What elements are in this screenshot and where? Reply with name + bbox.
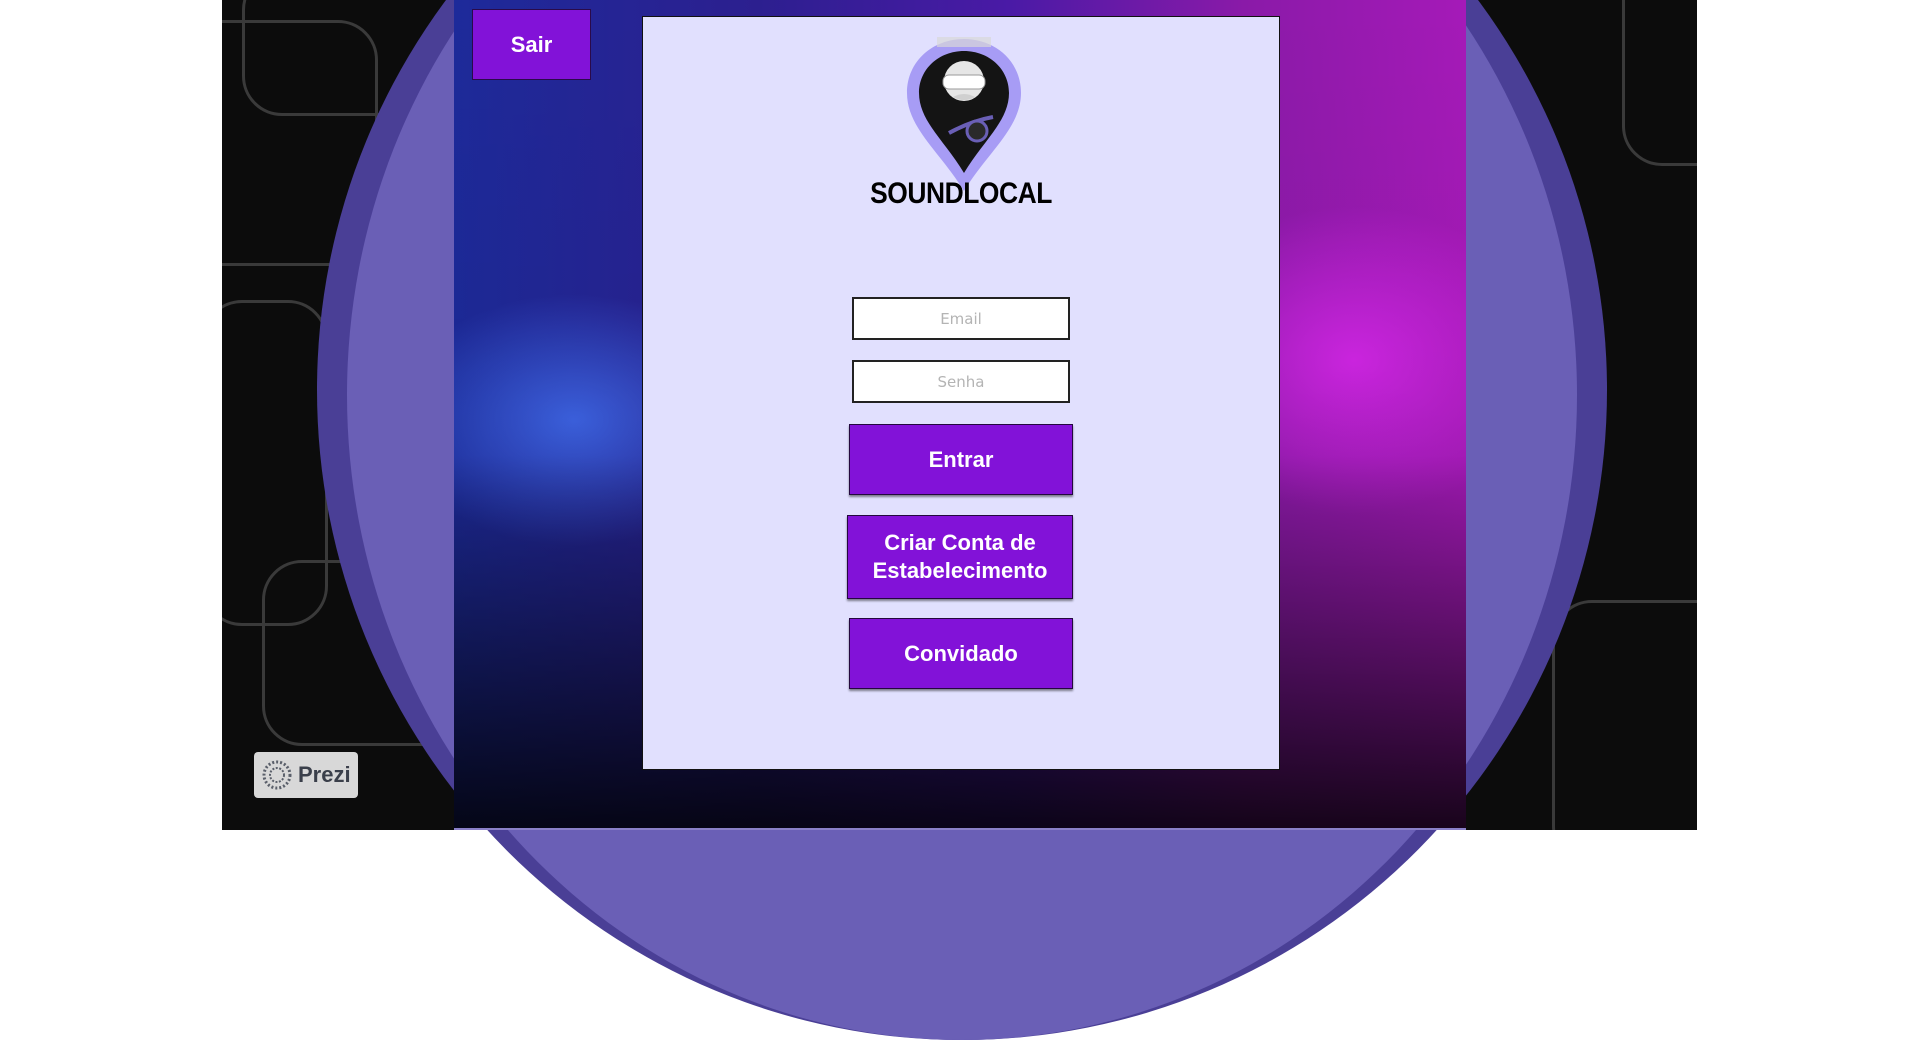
- login-panel: SOUNDLOCAL Entrar Criar Conta de Estabel…: [642, 16, 1280, 770]
- email-input[interactable]: [852, 297, 1070, 340]
- map-road: [1552, 600, 1697, 830]
- map-road: [1622, 0, 1697, 166]
- prezi-badge[interactable]: Prezi: [254, 752, 358, 798]
- exit-button[interactable]: Sair: [472, 9, 591, 80]
- guest-button[interactable]: Convidado: [849, 618, 1073, 689]
- soundlocal-logo-icon: [907, 37, 1021, 191]
- create-establishment-account-button[interactable]: Criar Conta de Estabelecimento: [847, 515, 1073, 599]
- brand-name: SOUNDLOCAL: [870, 177, 1052, 210]
- enter-button[interactable]: Entrar: [849, 424, 1073, 495]
- prezi-badge-label: Prezi: [298, 762, 351, 787]
- app-viewport: Sair SOUNDLOCAL Entrar Criar Conta de Es…: [454, 0, 1466, 830]
- password-input[interactable]: [852, 360, 1070, 403]
- prezi-logo-icon: [262, 760, 292, 790]
